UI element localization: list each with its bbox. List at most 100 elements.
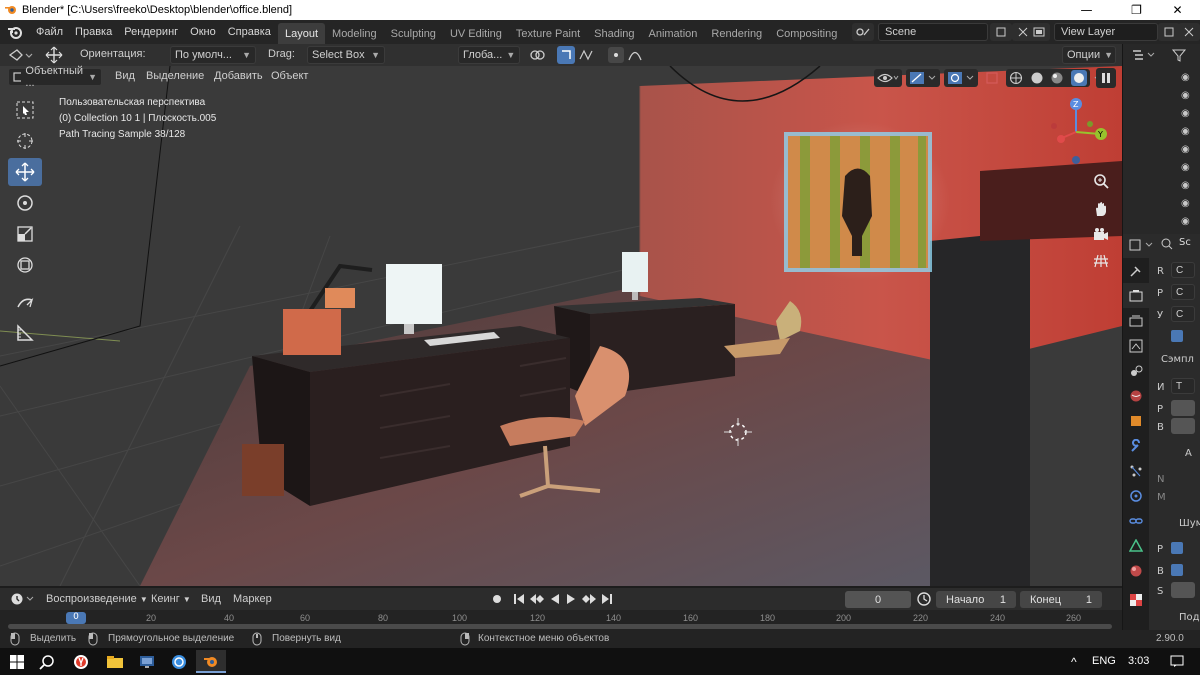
eye-icon[interactable]: ◉	[1181, 180, 1190, 191]
menu-help[interactable]: Справка	[222, 26, 277, 38]
eye-icon[interactable]: ◉	[1181, 216, 1190, 227]
next-keyframe-icon[interactable]	[580, 592, 598, 609]
material-shading-icon[interactable]	[1050, 71, 1064, 85]
pivot-icon[interactable]	[528, 47, 550, 66]
tool-move[interactable]	[8, 158, 42, 186]
prop-field[interactable]	[1171, 400, 1195, 416]
eye-icon[interactable]: ◉	[1181, 90, 1190, 101]
search-icon[interactable]	[32, 650, 62, 673]
play-reverse-icon[interactable]	[548, 592, 562, 609]
eye-icon[interactable]: ◉	[1181, 162, 1190, 173]
tab-output[interactable]	[1123, 308, 1149, 333]
drag-dropdown[interactable]: Select Box ▼	[307, 46, 385, 64]
tab-texture-paint[interactable]: Texture Paint	[509, 23, 587, 44]
tray-expand[interactable]: ^	[1071, 655, 1077, 669]
tab-object[interactable]	[1123, 408, 1149, 433]
eye-icon[interactable]: ◉	[1181, 126, 1190, 137]
transform-orientation-dropdown[interactable]: Глоба... ▼	[458, 46, 520, 64]
tool-cursor[interactable]	[8, 127, 42, 155]
eye-icon[interactable]: ◉	[1181, 144, 1190, 155]
falloff-icon[interactable]	[627, 47, 643, 66]
visibility-icon[interactable]	[874, 69, 902, 87]
move-icon[interactable]	[44, 46, 64, 67]
snap-icon[interactable]	[557, 46, 575, 64]
prop-dropdown-y[interactable]: C	[1171, 306, 1195, 322]
navigation-gizmo[interactable]: Z Y	[1044, 94, 1114, 166]
camera-icon[interactable]	[1088, 222, 1114, 248]
tab-view-layer[interactable]	[1123, 333, 1149, 358]
prop-checkbox[interactable]	[1171, 542, 1183, 554]
tool-transform[interactable]	[8, 251, 42, 279]
gizmo-toggle-icon[interactable]	[906, 69, 940, 87]
timeline-editor-icon[interactable]	[10, 592, 36, 609]
options-dropdown[interactable]: Опции ▼	[1062, 46, 1116, 64]
menu-object[interactable]: Объект	[271, 70, 308, 82]
editor-type-icon[interactable]	[8, 47, 34, 66]
notification-icon[interactable]	[1170, 655, 1184, 670]
prop-field[interactable]	[1171, 418, 1195, 434]
tab-compositing[interactable]: Compositing	[769, 23, 844, 44]
eye-icon[interactable]: ◉	[1181, 198, 1190, 209]
prop-dropdown-p[interactable]: C	[1171, 284, 1195, 300]
zoom-icon[interactable]	[1088, 168, 1114, 194]
eye-icon[interactable]: ◉	[1181, 72, 1190, 83]
section-sub[interactable]: Под	[1179, 612, 1200, 623]
new-scene-icon[interactable]	[990, 23, 1012, 41]
language-indicator[interactable]: ENG	[1092, 655, 1116, 667]
tab-shading[interactable]: Shading	[587, 23, 641, 44]
prop-checkbox[interactable]	[1171, 330, 1183, 342]
orientation-dropdown[interactable]: По умолч... ▼	[170, 46, 256, 64]
frame-start-field[interactable]: Начало 1	[936, 591, 1016, 608]
pause-render-icon[interactable]	[1096, 68, 1116, 88]
record-icon[interactable]	[490, 592, 504, 609]
marker-menu[interactable]: Маркер	[233, 593, 272, 605]
prop-checkbox[interactable]	[1171, 564, 1183, 576]
yandex-browser-icon[interactable]	[66, 650, 96, 673]
tool-rotate[interactable]	[8, 189, 42, 217]
tool-select-box[interactable]	[8, 96, 42, 124]
scene-icon[interactable]	[852, 23, 874, 41]
tab-modifiers[interactable]	[1123, 433, 1149, 458]
menu-select[interactable]: Выделение	[146, 70, 204, 82]
tab-tool[interactable]	[1123, 258, 1149, 283]
prev-keyframe-icon[interactable]	[528, 592, 546, 609]
section-samples[interactable]: Сэмпл	[1161, 354, 1194, 365]
properties-editor-icon[interactable]	[1129, 238, 1155, 255]
menu-add[interactable]: Добавить	[214, 70, 263, 82]
wireframe-shading-icon[interactable]	[1009, 71, 1023, 85]
file-explorer-icon[interactable]	[100, 650, 130, 673]
clock-time[interactable]: 3:03	[1128, 655, 1149, 667]
minimize-button[interactable]: —	[1064, 0, 1109, 20]
prop-dropdown-r[interactable]: C	[1171, 262, 1195, 278]
filter-icon[interactable]	[1171, 48, 1193, 65]
playback-menu[interactable]: Воспроизведение ▼	[46, 593, 148, 605]
shading-modes[interactable]	[1006, 69, 1090, 87]
menu-window[interactable]: Окно	[184, 26, 222, 38]
timeline-scrollbar[interactable]	[8, 624, 1112, 629]
delete-view-layer-icon[interactable]	[1178, 23, 1200, 41]
current-frame-field[interactable]: 0	[845, 591, 911, 608]
tab-world[interactable]	[1123, 383, 1149, 408]
outliner-editor-icon[interactable]	[1131, 48, 1157, 65]
view-layer-field[interactable]: View Layer	[1054, 23, 1158, 41]
timeline-view-menu[interactable]: Вид	[201, 593, 221, 605]
tab-animation[interactable]: Animation	[642, 23, 705, 44]
section-a[interactable]: A	[1185, 448, 1192, 459]
clock-icon[interactable]	[916, 591, 932, 610]
overlays-icon[interactable]	[944, 69, 978, 87]
frame-end-field[interactable]: Конец 1	[1020, 591, 1102, 608]
app-icon-circle[interactable]	[164, 650, 194, 673]
proportional-edit-icon[interactable]	[608, 47, 624, 63]
view-layer-icon[interactable]	[1028, 23, 1050, 41]
jump-end-icon[interactable]	[600, 592, 614, 609]
app-icon-monitor[interactable]	[132, 650, 162, 673]
tool-annotate[interactable]	[8, 288, 42, 316]
tool-scale[interactable]	[8, 220, 42, 248]
tab-material[interactable]	[1123, 558, 1149, 583]
prop-field[interactable]	[1171, 582, 1195, 598]
jump-start-icon[interactable]	[512, 592, 526, 609]
tab-layout[interactable]: Layout	[278, 23, 326, 44]
tab-texture[interactable]	[1123, 587, 1149, 612]
tab-physics[interactable]	[1123, 483, 1149, 508]
grid-icon[interactable]	[1088, 248, 1114, 274]
